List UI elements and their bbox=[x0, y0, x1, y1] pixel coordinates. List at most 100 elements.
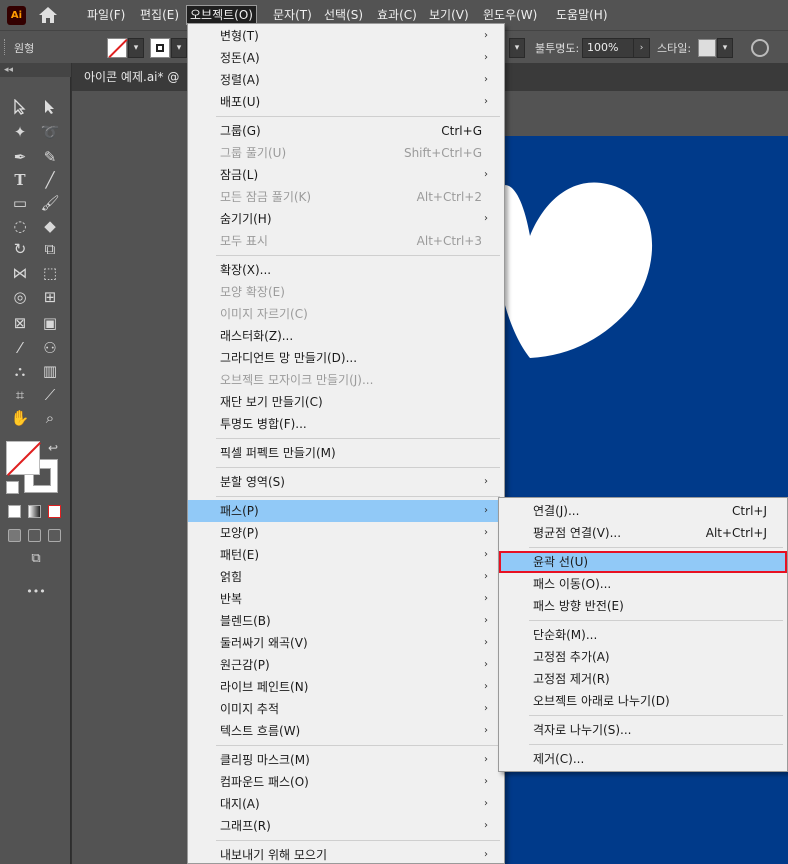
mesh-tool-icon[interactable]: ⊠ bbox=[8, 313, 32, 334]
path-menu-item[interactable]: 패스 이동(O)... bbox=[499, 573, 787, 595]
rectangle-tool-icon[interactable]: ▭ bbox=[8, 193, 32, 214]
shaper-tool-icon[interactable]: ◌ bbox=[8, 216, 32, 237]
object-menu-item[interactable]: 래스터화(Z)... bbox=[188, 325, 504, 347]
shape-builder-tool-icon[interactable]: ◎ bbox=[8, 287, 32, 308]
line-tool-icon[interactable]: ╱ bbox=[38, 170, 62, 191]
eyedropper-tool-icon[interactable]: ⁄ bbox=[8, 338, 32, 359]
path-menu-item[interactable]: 윤곽 선(U) bbox=[499, 551, 787, 573]
path-menu-item[interactable]: 평균점 연결(V)... Alt+Ctrl+J bbox=[499, 522, 787, 544]
object-menu-item[interactable]: 내보내기 위해 모으기 › bbox=[188, 844, 504, 864]
object-menu-item[interactable]: 이미지 추적 › bbox=[188, 698, 504, 720]
menu-object[interactable]: 오브젝트(O) bbox=[186, 5, 257, 25]
globe-icon[interactable] bbox=[751, 39, 769, 57]
zoom-tool-icon[interactable]: ⌕ bbox=[38, 408, 62, 429]
menu-edit[interactable]: 편집(E) bbox=[137, 5, 182, 25]
paintbrush-tool-icon[interactable]: 🖌 bbox=[38, 193, 62, 214]
object-menu-item[interactable]: 패턴(E) › bbox=[188, 544, 504, 566]
object-menu-item[interactable]: 그룹(G) Ctrl+G bbox=[188, 120, 504, 142]
menu-file[interactable]: 파일(F) bbox=[84, 5, 128, 25]
direct-selection-tool-icon[interactable] bbox=[38, 97, 62, 118]
object-menu-item[interactable]: 잠금(L) › bbox=[188, 164, 504, 186]
stroke-dropdown[interactable]: ▾ bbox=[171, 38, 187, 58]
path-menu-item[interactable]: 오브젝트 아래로 나누기(D) bbox=[499, 690, 787, 712]
screen-mode-icon[interactable]: ⧉ bbox=[24, 548, 48, 569]
fill-dropdown[interactable]: ▾ bbox=[128, 38, 144, 58]
gradient-tool-icon[interactable]: ▣ bbox=[38, 313, 62, 334]
eraser-tool-icon[interactable]: ◆ bbox=[38, 216, 62, 237]
draw-normal-icon[interactable] bbox=[8, 529, 21, 542]
object-menu-item[interactable]: 반복 › bbox=[188, 588, 504, 610]
object-menu-item[interactable]: 배포(U) › bbox=[188, 91, 504, 113]
object-menu-item[interactable]: 모양(P) › bbox=[188, 522, 504, 544]
object-menu-item[interactable]: 픽셀 퍼펙트 만들기(M) bbox=[188, 442, 504, 464]
menu-view[interactable]: 보기(V) bbox=[426, 5, 472, 25]
path-menu-item[interactable]: 격자로 나누기(S)... bbox=[499, 719, 787, 741]
path-menu-item[interactable]: 단순화(M)... bbox=[499, 624, 787, 646]
opacity-dropdown[interactable]: › bbox=[634, 38, 650, 58]
object-menu-item[interactable]: 정렬(A) › bbox=[188, 69, 504, 91]
type-tool-icon[interactable]: T bbox=[8, 170, 32, 191]
default-colors-icon[interactable] bbox=[6, 481, 19, 494]
object-menu-item[interactable]: 변형(T) › bbox=[188, 25, 504, 47]
object-menu-item[interactable]: 얽힘 › bbox=[188, 566, 504, 588]
object-menu-item[interactable]: 클리핑 마스크(M) › bbox=[188, 749, 504, 771]
object-menu-item[interactable]: 텍스트 흐름(W) › bbox=[188, 720, 504, 742]
path-menu-item[interactable]: 패스 방향 반전(E) bbox=[499, 595, 787, 617]
rotate-tool-icon[interactable]: ↻ bbox=[8, 239, 32, 260]
blend-tool-icon[interactable]: ⚇ bbox=[38, 338, 62, 359]
object-menu-item[interactable]: 숨기기(H) › bbox=[188, 208, 504, 230]
panel-grip[interactable] bbox=[4, 39, 7, 55]
path-menu-item[interactable]: 연결(J)... Ctrl+J bbox=[499, 500, 787, 522]
hand-tool-icon[interactable]: ✋ bbox=[8, 408, 32, 429]
brush-dropdown[interactable]: ▾ bbox=[509, 38, 525, 58]
object-menu-item[interactable]: 원근감(P) › bbox=[188, 654, 504, 676]
style-swatch[interactable] bbox=[698, 39, 716, 57]
home-icon[interactable] bbox=[37, 5, 59, 25]
curvature-tool-icon[interactable]: ✎ bbox=[38, 147, 62, 168]
menu-select[interactable]: 선택(S) bbox=[321, 5, 366, 25]
fill-color-box[interactable] bbox=[6, 441, 40, 475]
fill-swatch[interactable] bbox=[107, 38, 127, 58]
document-tab[interactable]: 아이콘 예제.ai* @ bbox=[72, 63, 188, 91]
width-tool-icon[interactable]: ⋈ bbox=[8, 263, 32, 284]
object-menu-item[interactable]: 패스(P) › bbox=[188, 500, 504, 522]
slice-tool-icon[interactable]: ⟋ bbox=[38, 385, 62, 406]
style-dropdown[interactable]: ▾ bbox=[717, 38, 733, 58]
object-menu-item[interactable]: 재단 보기 만들기(C) bbox=[188, 391, 504, 413]
object-menu-item[interactable]: 투명도 병합(F)... bbox=[188, 413, 504, 435]
perspective-grid-tool-icon[interactable]: ⊞ bbox=[38, 287, 62, 308]
object-menu-item[interactable]: 둘러싸기 왜곡(V) › bbox=[188, 632, 504, 654]
object-menu-item[interactable]: 정돈(A) › bbox=[188, 47, 504, 69]
edit-toolbar-icon[interactable]: ••• bbox=[24, 581, 48, 602]
menu-type[interactable]: 문자(T) bbox=[270, 5, 315, 25]
gradient-mode-icon[interactable] bbox=[28, 505, 41, 518]
none-mode-icon[interactable] bbox=[48, 505, 61, 518]
menu-help[interactable]: 도움말(H) bbox=[553, 5, 611, 25]
color-mode-icon[interactable] bbox=[8, 505, 21, 518]
object-menu-item[interactable]: 확장(X)... bbox=[188, 259, 504, 281]
object-menu-item[interactable]: 라이브 페인트(N) › bbox=[188, 676, 504, 698]
stroke-swatch[interactable] bbox=[150, 38, 170, 58]
menu-effect[interactable]: 효과(C) bbox=[374, 5, 420, 25]
object-menu-item[interactable]: 대지(A) › bbox=[188, 793, 504, 815]
column-graph-tool-icon[interactable]: ▥ bbox=[38, 361, 62, 382]
object-menu-item[interactable]: 그래프(R) › bbox=[188, 815, 504, 837]
pen-tool-icon[interactable]: ✒ bbox=[8, 147, 32, 168]
selection-tool-icon[interactable] bbox=[8, 97, 32, 118]
lasso-tool-icon[interactable]: ➰ bbox=[38, 122, 62, 143]
object-menu-item[interactable]: 컴파운드 패스(O) › bbox=[188, 771, 504, 793]
scale-tool-icon[interactable]: ⧉ bbox=[38, 239, 62, 260]
magic-wand-tool-icon[interactable]: ✦ bbox=[8, 122, 32, 143]
draw-inside-icon[interactable] bbox=[48, 529, 61, 542]
panel-collapse[interactable]: ◂◂ bbox=[0, 63, 71, 77]
path-menu-item[interactable]: 고정점 제거(R) bbox=[499, 668, 787, 690]
object-menu-item[interactable]: 분할 영역(S) › bbox=[188, 471, 504, 493]
artboard-tool-icon[interactable]: ⌗ bbox=[8, 385, 32, 406]
menu-window[interactable]: 윈도우(W) bbox=[480, 5, 540, 25]
symbol-sprayer-tool-icon[interactable]: ⛬ bbox=[8, 361, 32, 382]
free-transform-tool-icon[interactable]: ⬚ bbox=[38, 263, 62, 284]
draw-behind-icon[interactable] bbox=[28, 529, 41, 542]
path-menu-item[interactable]: 고정점 추가(A) bbox=[499, 646, 787, 668]
opacity-input[interactable]: 100% bbox=[582, 38, 634, 58]
path-menu-item[interactable]: 제거(C)... bbox=[499, 748, 787, 770]
